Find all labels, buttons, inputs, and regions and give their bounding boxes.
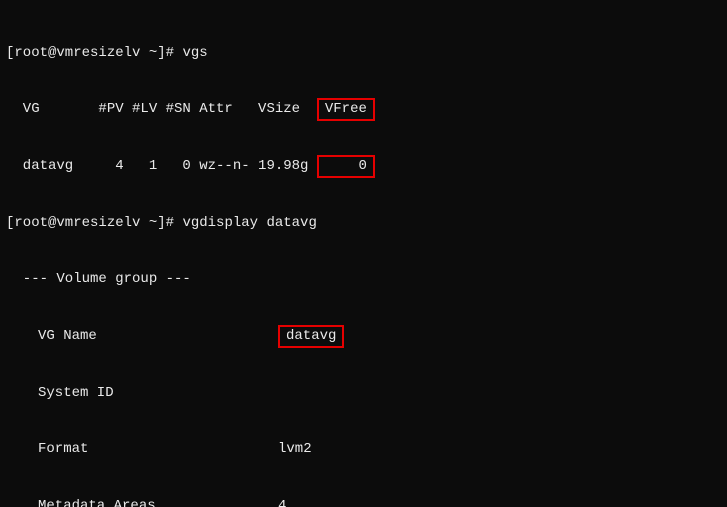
label-system-id: System ID — [38, 384, 278, 403]
row-system-id: System ID — [6, 384, 723, 403]
command-vgdisplay: vgdisplay datavg — [182, 215, 316, 231]
prompt-line-1: [root@vmresizelv ~]# vgs — [6, 44, 723, 63]
value-metadata-areas: 4 — [278, 498, 286, 507]
vfree-value-highlight: 0 — [317, 155, 375, 178]
row-format: Formatlvm2 — [6, 440, 723, 459]
vgs-data-line: datavg 4 1 0 wz--n- 19.98g 0 — [6, 157, 723, 176]
shell-prompt: [root@vmresizelv ~]# — [6, 215, 182, 231]
label-vg-name: VG Name — [38, 327, 278, 346]
label-metadata-areas: Metadata Areas — [38, 497, 278, 507]
vgs-header-line: VG #PV #LV #SN Attr VSize VFree — [6, 100, 723, 119]
vgs-data-prefix: datavg 4 1 0 wz--n- 19.98g — [6, 158, 308, 174]
vfree-header: VFree — [325, 101, 367, 117]
command-vgs: vgs — [182, 45, 207, 61]
vgs-header-prefix: VG #PV #LV #SN Attr VSize — [6, 101, 317, 117]
vfree-header-highlight: VFree — [317, 98, 375, 121]
label-format: Format — [38, 440, 278, 459]
vg-name-highlight: datavg — [278, 325, 344, 348]
shell-prompt: [root@vmresizelv ~]# — [6, 45, 182, 61]
vfree-value: 0 — [325, 158, 367, 174]
row-vg-name: VG Name datavg — [6, 327, 723, 346]
value-vg-name: datavg — [286, 328, 336, 344]
volume-group-header: --- Volume group --- — [6, 270, 723, 289]
row-metadata-areas: Metadata Areas4 — [6, 497, 723, 507]
terminal[interactable]: [root@vmresizelv ~]# vgs VG #PV #LV #SN … — [0, 0, 727, 507]
value-format: lvm2 — [278, 441, 312, 457]
prompt-line-2: [root@vmresizelv ~]# vgdisplay datavg — [6, 214, 723, 233]
